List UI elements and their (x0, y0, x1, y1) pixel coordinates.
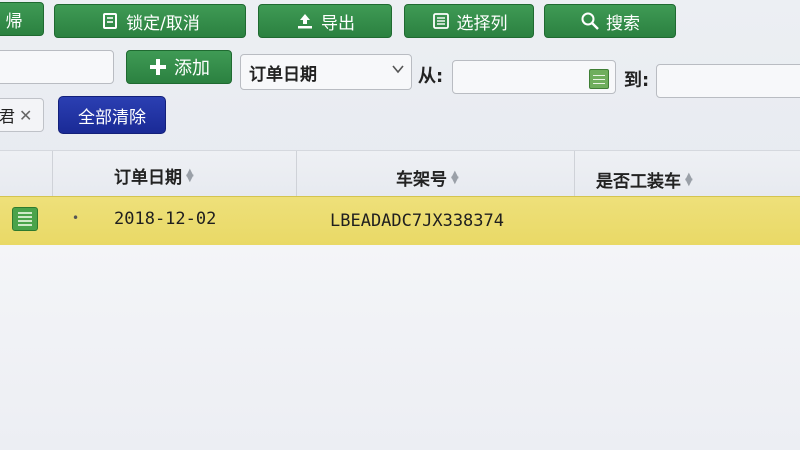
column-header-vin[interactable]: 车架号 ▲ ▼ (396, 165, 459, 190)
column-header-label: 订单日期 (114, 168, 182, 188)
date-to-input[interactable] (656, 64, 800, 98)
search-label: 搜索 (606, 13, 640, 34)
columns-icon (431, 11, 451, 31)
toolbar-partial-label: 帰 (5, 11, 23, 32)
from-label: 从: (418, 66, 444, 87)
sort-icon[interactable]: ▲ ▼ (186, 167, 194, 183)
export-button[interactable]: 导出 (258, 4, 392, 38)
upload-icon (295, 11, 315, 31)
select-columns-label: 选择列 (456, 13, 508, 34)
plus-icon (148, 57, 168, 77)
date-field-value: 订单日期 (249, 64, 317, 85)
app-screen: 帰 锁定/取消 导出 选择列 搜索 添加 订单日期 从: 到: 君 ✕ 全部清除… (0, 0, 800, 450)
table-body-empty (0, 245, 800, 450)
search-button[interactable]: 搜索 (544, 4, 676, 38)
filter-chip-label: 君 (0, 107, 16, 126)
date-from-input[interactable] (452, 60, 616, 94)
column-header-label: 车架号 (396, 170, 447, 190)
column-divider (574, 151, 575, 197)
chevron-down-icon (391, 61, 405, 80)
cell-vin: LBEADADC7JX338374 (330, 211, 504, 231)
lock-icon (100, 11, 120, 31)
column-divider (52, 151, 53, 197)
column-header-tooling-vehicle[interactable]: 是否工装车 ▲ ▼ (596, 167, 693, 192)
table-header: 订单日期 ▲ ▼ 车架号 ▲ ▼ 是否工装车 ▲ ▼ (0, 150, 800, 197)
search-icon (580, 11, 600, 31)
add-filter-label: 添加 (174, 58, 210, 79)
filter-chip[interactable]: 君 ✕ (0, 98, 44, 132)
table-row[interactable]: • 2018-12-02 LBEADADC7JX338374 (0, 196, 800, 246)
date-field-select[interactable]: 订单日期 (240, 54, 412, 90)
cell-order-date: 2018-12-02 (114, 209, 217, 229)
export-label: 导出 (321, 13, 355, 34)
select-columns-button[interactable]: 选择列 (404, 4, 534, 38)
toolbar-partial-button[interactable]: 帰 (0, 2, 44, 36)
column-divider (296, 151, 297, 197)
clear-all-label: 全部清除 (78, 107, 146, 128)
close-icon[interactable]: ✕ (19, 106, 32, 125)
clear-all-button[interactable]: 全部清除 (58, 96, 166, 134)
column-header-label: 是否工装车 (596, 172, 681, 192)
lock-toggle-button[interactable]: 锁定/取消 (54, 4, 246, 38)
column-header-order-date[interactable]: 订单日期 ▲ ▼ (114, 163, 194, 188)
sort-icon[interactable]: ▲ ▼ (685, 171, 693, 187)
keyword-input[interactable] (0, 50, 114, 84)
row-expand-icon[interactable]: • (72, 211, 79, 225)
row-edit-icon[interactable] (12, 207, 38, 231)
sort-icon[interactable]: ▲ ▼ (451, 169, 459, 185)
calendar-icon[interactable] (589, 69, 609, 89)
lock-toggle-label: 锁定/取消 (126, 13, 200, 34)
to-label: 到: (624, 70, 650, 91)
add-filter-button[interactable]: 添加 (126, 50, 232, 84)
